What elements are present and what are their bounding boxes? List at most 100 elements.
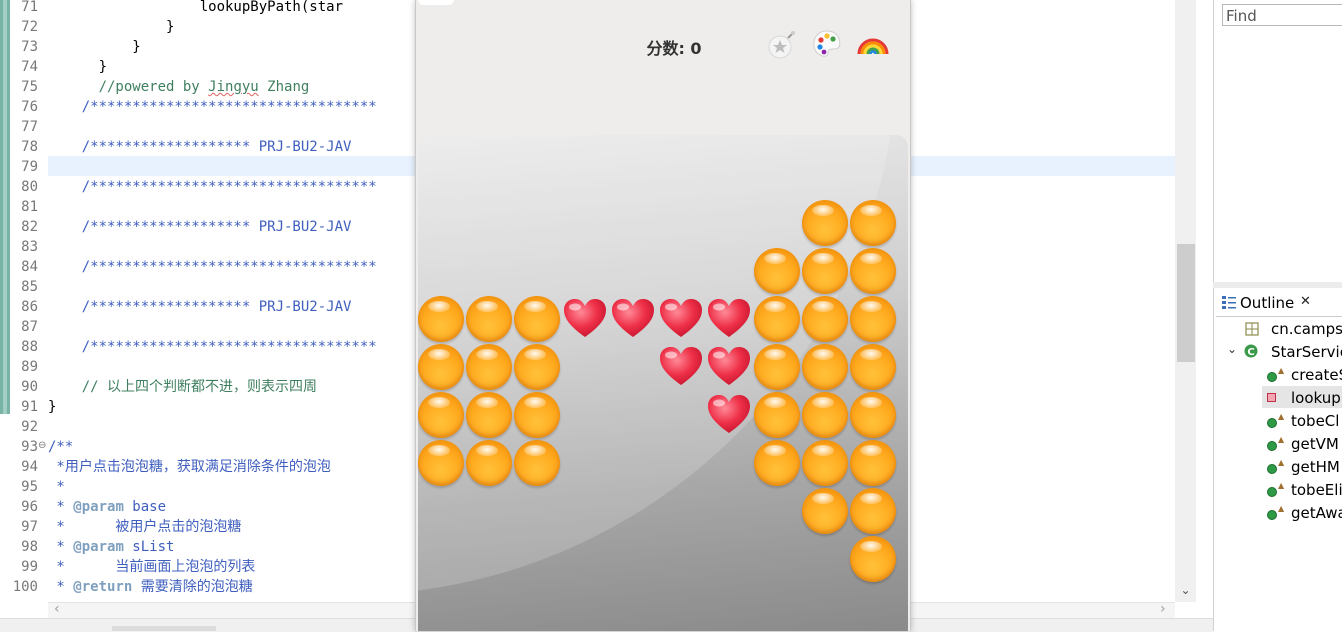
candy-ball[interactable] [418,296,464,342]
code-line-76[interactable]: /********************************** [48,97,377,117]
code-line-73[interactable]: } [48,37,140,57]
candy-ball[interactable] [754,440,800,486]
candy-ball[interactable] [850,248,896,294]
candy-ball[interactable] [514,392,560,438]
code-line-75[interactable]: //powered by Jingyu Zhang [48,77,310,97]
candy-ball[interactable] [802,200,848,246]
heart-icon[interactable] [657,295,705,343]
code-line-82[interactable]: /******************* PRJ-BU2-JAV [48,217,352,237]
scroll-left-arrow-icon[interactable]: ‹ [54,601,60,617]
code-line-74[interactable]: } [48,57,107,77]
line-number: 84 [21,259,38,275]
svg-text:C: C [1247,347,1254,358]
line-number: 88 [21,339,38,355]
vertical-scrollbar-thumb[interactable] [1177,244,1195,362]
candy-ball[interactable] [850,536,896,582]
candy-ball[interactable] [802,488,848,534]
line-number: 94 [21,459,38,475]
code-line-78[interactable]: /******************* PRJ-BU2-JAV [48,137,352,157]
heart-icon[interactable] [561,295,609,343]
candy-ball[interactable] [466,392,512,438]
outline-package[interactable]: cn.campsg [1271,320,1342,338]
code-line-98[interactable]: * @param sList [48,537,174,557]
rainbow-icon[interactable] [857,28,889,60]
find-input[interactable]: Find [1222,4,1342,26]
heart-icon[interactable] [609,295,657,343]
candy-ball[interactable] [754,296,800,342]
code-line-90[interactable]: // 以上四个判断都不进，则表示四周 [48,377,317,397]
javadoc-tag: @param [73,539,124,555]
heart-icon[interactable] [705,391,753,439]
javadoc-tag: @return [73,579,133,595]
candy-ball[interactable] [754,344,800,390]
candy-ball[interactable] [802,296,848,342]
candy-ball[interactable] [514,440,560,486]
expand-chevron-icon[interactable]: ⌄ [1227,342,1237,356]
outline-method[interactable]: tobeCl [1291,412,1339,430]
line-number: 71 [21,0,38,15]
line-number: 73 [21,39,38,55]
outline-method[interactable]: tobeEli [1291,481,1342,499]
candy-ball[interactable] [754,248,800,294]
outline-class[interactable]: StarServic [1271,343,1342,361]
bomb-icon[interactable] [766,28,798,60]
bottom-tab[interactable] [112,626,216,631]
candy-ball[interactable] [466,296,512,342]
code-line-91[interactable]: } [48,397,56,417]
doc-text: * [48,579,74,595]
code-line-72[interactable]: } [48,17,174,37]
code-line-94[interactable]: *用户点击泡泡糖，获取满足消除条件的泡泡 [48,457,330,477]
candy-ball[interactable] [802,248,848,294]
candy-ball[interactable] [418,392,464,438]
line-number: 83 [21,239,38,255]
candy-ball[interactable] [802,392,848,438]
outline-method[interactable]: getAwa [1291,504,1342,522]
outline-method[interactable]: createS [1291,366,1342,384]
candy-ball[interactable] [466,344,512,390]
candy-ball[interactable] [850,488,896,534]
outline-title: Outline [1240,294,1295,312]
code-line-93[interactable]: /** [48,437,73,457]
public-method-icon [1267,464,1277,474]
candy-ball[interactable] [850,344,896,390]
code-line-97[interactable]: * 被用户点击的泡泡糖 [48,517,241,537]
candy-ball[interactable] [418,344,464,390]
code-line-86[interactable]: /******************* PRJ-BU2-JAV [48,297,352,317]
outline-method[interactable]: getVM [1291,435,1339,453]
candy-ball[interactable] [418,440,464,486]
palette-icon[interactable] [811,28,843,60]
code-line-99[interactable]: * 当前画面上泡泡的列表 [48,557,255,577]
candy-ball[interactable] [850,392,896,438]
candy-ball[interactable] [466,440,512,486]
line-number: 89 [21,359,38,375]
candy-ball[interactable] [514,344,560,390]
code-line-84[interactable]: /********************************** [48,257,377,277]
line-number: 79 [21,159,38,175]
code-line-80[interactable]: /********************************** [48,177,377,197]
outline-method-selected[interactable]: lookup [1291,389,1341,407]
candy-ball[interactable] [850,296,896,342]
heart-icon[interactable] [657,343,705,391]
candy-ball[interactable] [802,440,848,486]
heart-icon[interactable] [705,343,753,391]
candy-ball[interactable] [850,200,896,246]
code-line-96[interactable]: * @param base [48,497,166,517]
fold-toggle-icon[interactable]: ⊖ [38,440,46,451]
modifier-icon: ▲ [1278,412,1285,421]
comment-text: Zhang [258,79,310,95]
code-line-88[interactable]: /********************************** [48,337,377,357]
scroll-right-arrow-icon[interactable]: › [1160,601,1166,617]
code-line-100[interactable]: * @return 需要清除的泡泡糖 [48,577,252,597]
close-icon[interactable]: ✕ [1300,294,1311,309]
code-line-71[interactable]: lookupByPath(star [48,0,343,17]
public-method-icon [1267,487,1277,497]
candy-ball[interactable] [514,296,560,342]
heart-icon[interactable] [705,295,753,343]
scroll-down-arrow-icon[interactable]: ⌄ [1177,582,1194,598]
candy-ball[interactable] [802,344,848,390]
code-line-95[interactable]: * [48,477,64,497]
line-number: 91 [21,399,38,415]
candy-ball[interactable] [850,440,896,486]
candy-ball[interactable] [754,392,800,438]
outline-method[interactable]: getHM [1291,458,1340,476]
